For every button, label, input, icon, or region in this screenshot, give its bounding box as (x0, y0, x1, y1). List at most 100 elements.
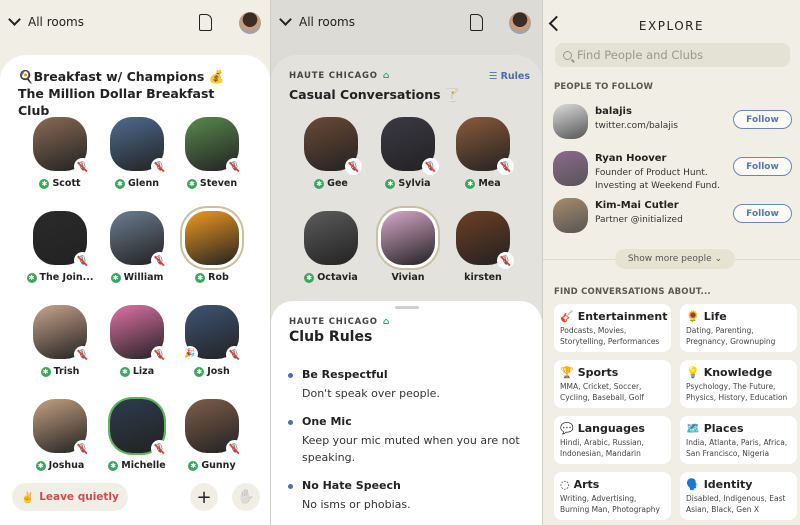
speaker-name-row: ✱ Scott (20, 178, 100, 189)
speaker-avatar[interactable]: 🎙 (185, 117, 243, 175)
topic-tile[interactable]: 💬 Languages Hindi, Arabic, Russian, Indone… (554, 416, 671, 464)
speaker-tile[interactable]: 🎙 ✱ Gunny (172, 399, 252, 471)
topic-tile[interactable]: 🏆 Sports MMA, Cricket, Soccer, Cycling, Ba… (554, 360, 671, 408)
speaker-avatar[interactable] (381, 211, 435, 265)
speaker-name: Liza (132, 366, 155, 377)
topic-tile[interactable]: 🎸 Entertainment Podcasts, Movies, Storytel… (554, 304, 671, 352)
follow-button[interactable]: Follow (733, 110, 792, 129)
person-avatar[interactable] (553, 104, 588, 139)
topics-section-header: FIND CONVERSATIONS ABOUT... (554, 287, 711, 297)
topic-tile[interactable]: 💡 Knowledge Psychology, The Future, Physic… (680, 360, 797, 408)
speaker-tile[interactable]: 🎙 ✱ Gee (291, 117, 371, 189)
topic-description: Writing, Advertising, Burning Man, Photo… (560, 494, 660, 514)
bullet-dot (288, 373, 293, 378)
add-person-button[interactable]: + (190, 483, 218, 511)
speaker-name-row: ✱ Sylvia (368, 178, 448, 189)
all-rooms-button[interactable]: All rooms (8, 13, 84, 29)
person-row[interactable]: Kim-Mai Cutler Partner @initialized Follow (553, 198, 792, 242)
profile-avatar[interactable] (239, 12, 261, 34)
muted-mic-icon: 🎙 (151, 158, 168, 175)
topic-tile[interactable]: 🌻 Life Dating, Parenting, Pregnancy, Grown… (680, 304, 797, 352)
speaker-avatar[interactable]: 🎙 🎉 (182, 305, 243, 363)
speaker-name-row: ✱ Steven (172, 178, 252, 189)
speaker-tile[interactable]: 🎙 ✱ Glenn (97, 117, 177, 189)
speaker-tile[interactable]: 🎙 ✱ Sylvia (368, 117, 448, 189)
speaker-avatar[interactable]: 🎙 (110, 117, 168, 175)
chevron-down-icon: ⌄ (714, 254, 723, 264)
speaker-avatar[interactable]: 🎙 (110, 211, 168, 269)
speaker-avatar[interactable]: 🎙 (185, 399, 243, 457)
rules-label: Rules (500, 71, 530, 82)
person-avatar[interactable] (553, 151, 588, 186)
all-rooms-button[interactable]: All rooms (279, 13, 355, 29)
profile-avatar[interactable] (509, 12, 531, 34)
leave-quietly-button[interactable]: ✌️ Leave quietly (12, 483, 128, 511)
topic-tile[interactable]: 🗺️ Places India, Atlanta, Paris, Africa, S… (680, 416, 797, 464)
speaker-name: Vivian (391, 272, 425, 283)
show-more-label: Show more people (627, 254, 712, 264)
topic-tile[interactable]: ◌ Arts Writing, Advertising, Burning Man, … (554, 472, 671, 520)
person-row[interactable]: balajis twitter.com/balajis Follow (553, 104, 792, 148)
topic-icon: 🗣️ (686, 478, 700, 491)
speaker-tile[interactable]: 🎙 ✱ The Join... (20, 211, 100, 283)
speaker-avatar[interactable]: 🎙 (304, 117, 362, 175)
document-icon[interactable] (199, 14, 212, 31)
chevron-down-icon (8, 13, 21, 26)
hand-icon: ✋ (237, 489, 255, 505)
sheet-drag-handle[interactable] (394, 306, 419, 309)
speaker-avatar[interactable]: 🎙 (381, 117, 439, 175)
speaker-avatar[interactable]: 🎙 (33, 117, 91, 175)
speaker-tile[interactable]: 🎙 ✱ Joshua (20, 399, 100, 471)
speaker-tile[interactable]: 🎙 kirsten (443, 211, 523, 283)
speaker-avatar[interactable]: 🎙 (110, 399, 168, 457)
speaker-avatar[interactable]: 🎙 (456, 211, 514, 269)
speaker-tile[interactable]: 🎙 ✱ Liza (97, 305, 177, 377)
person-avatar[interactable] (553, 198, 588, 233)
speaker-name-row: ✱ Joshua (20, 460, 100, 471)
topic-title: Entertainment (577, 310, 668, 323)
room-title: Casual Conversations 🍸 (289, 87, 461, 102)
sheet-title: Club Rules (289, 329, 373, 345)
follow-button[interactable]: Follow (733, 204, 792, 223)
speaker-name-row: ✱ Gunny (172, 460, 252, 471)
speaker-tile[interactable]: 🎙 ✱ Trish (20, 305, 100, 377)
topic-tile[interactable]: 🗣️ Identity Disabled, Indigenous, East Asi… (680, 472, 797, 520)
speaker-avatar[interactable]: 🎙 (110, 305, 168, 363)
speaker-avatar[interactable]: 🎙 (33, 305, 91, 363)
room-title: 🍳Breakfast w/ Champions 💰The Million Dol… (18, 69, 225, 118)
leave-quietly-label: Leave quietly (39, 491, 119, 503)
speaker-tile[interactable]: 🎙 ✱ Steven (172, 117, 252, 189)
rules-button[interactable]: ☰ Rules (489, 71, 530, 82)
topic-title: Identity (703, 478, 753, 491)
show-more-people-button[interactable]: Show more people ⌄ (615, 249, 735, 269)
speaker-tile[interactable]: Vivian (368, 211, 448, 283)
topic-icon: 🌻 (686, 310, 700, 323)
rule-item: No Hate Speech No isms or phobias. (288, 479, 532, 513)
speaker-tile[interactable]: 🎙 🎉 ✱ Josh (172, 305, 252, 377)
speaker-name: Michelle (121, 460, 166, 471)
speaker-avatar[interactable]: 🎙 (33, 211, 91, 269)
speaker-tile[interactable]: 🎙 ✱ Scott (20, 117, 100, 189)
raise-hand-button[interactable]: ✋ (232, 483, 260, 511)
document-icon[interactable] (470, 14, 483, 31)
speaker-avatar[interactable] (304, 211, 358, 265)
speaker-avatar[interactable] (185, 211, 239, 265)
speaker-tile[interactable]: 🎙 ✱ Mea (443, 117, 523, 189)
speaker-tile[interactable]: 🎙 ✱ William (97, 211, 177, 283)
speaker-name: kirsten (464, 272, 502, 283)
person-row[interactable]: Ryan Hoover Founder of Product Hunt. Inve… (553, 151, 792, 195)
search-input[interactable]: Find People and Clubs (555, 43, 790, 67)
follow-button[interactable]: Follow (733, 157, 792, 176)
topic-title: Knowledge (703, 366, 773, 379)
speaker-tile[interactable]: ✱ Rob (172, 211, 252, 283)
speaker-tile[interactable]: 🎙 ✱ Michelle (97, 399, 177, 471)
speaker-avatar[interactable]: 🎙 (456, 117, 514, 175)
topic-icon: 🎸 (560, 310, 574, 323)
search-placeholder: Find People and Clubs (577, 48, 704, 62)
speaker-tile[interactable]: ✱ Octavia (291, 211, 371, 283)
speaker-avatar[interactable]: 🎙 (33, 399, 91, 457)
new-member-icon: ✱ (195, 272, 206, 283)
speaker-name-row: ✱ Trish (20, 366, 100, 377)
topic-title: Places (703, 422, 744, 435)
new-member-icon: ✱ (304, 272, 315, 283)
